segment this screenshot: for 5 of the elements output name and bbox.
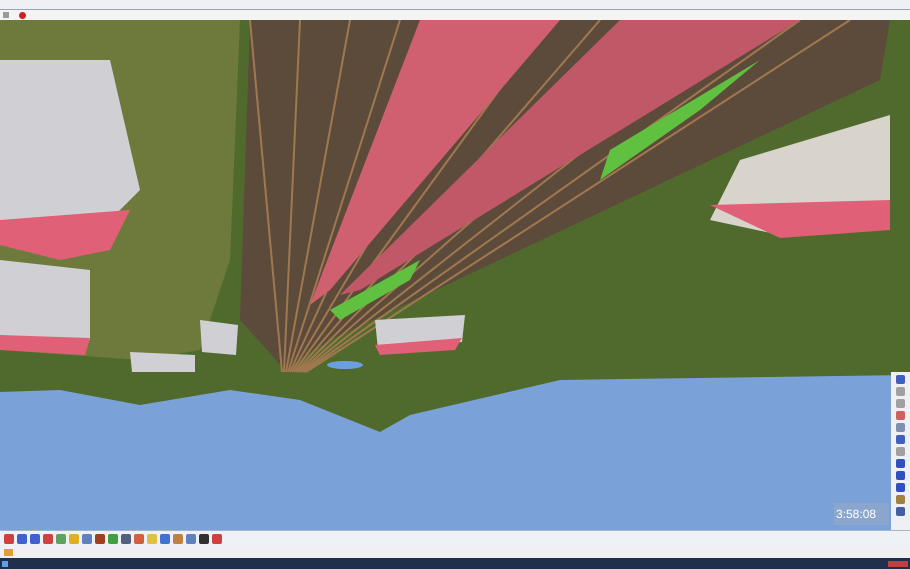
clock-time: 3:58:08 [836, 507, 876, 521]
tray-icon[interactable] [888, 560, 908, 566]
record-icon[interactable] [19, 12, 26, 18]
app-icon [4, 548, 13, 556]
start-icon[interactable] [2, 560, 8, 566]
